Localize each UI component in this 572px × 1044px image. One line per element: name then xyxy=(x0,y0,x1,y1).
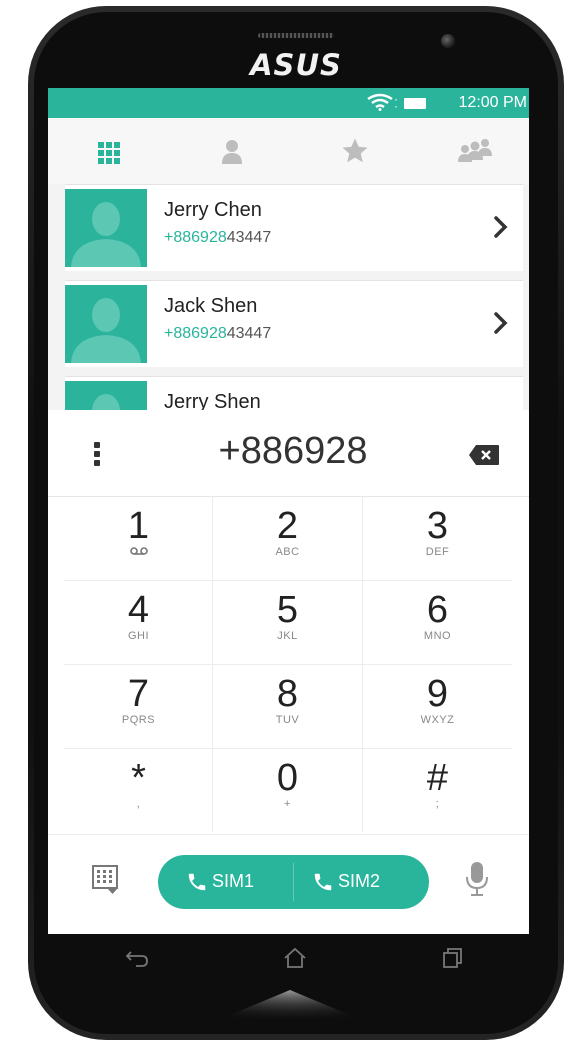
recent-apps-icon[interactable] xyxy=(440,946,466,970)
number-match: 886928 xyxy=(173,325,227,342)
contact-name: Jack Shen xyxy=(164,295,258,317)
status-bar: · · 12:00 PM xyxy=(48,88,529,118)
contact-avatar xyxy=(65,285,147,363)
key-9[interactable]: 9 WXYZ xyxy=(363,664,512,748)
key-letters: , xyxy=(136,798,141,810)
key-star[interactable]: * , xyxy=(64,748,213,832)
key-digit: 2 xyxy=(276,505,299,547)
more-options-icon[interactable] xyxy=(94,442,100,470)
hide-dialpad-icon[interactable] xyxy=(92,865,118,895)
key-digit: 4 xyxy=(127,589,150,631)
front-camera xyxy=(441,34,455,48)
call-sim1-button[interactable]: SIM1 xyxy=(158,855,293,909)
group-icon xyxy=(458,139,492,162)
dialed-number[interactable]: +886928 xyxy=(168,430,418,473)
key-letters: MNO xyxy=(423,630,452,642)
brand-logo: ASUS xyxy=(250,48,342,82)
key-3[interactable]: 3 DEF xyxy=(363,496,512,580)
key-6[interactable]: 6 MNO xyxy=(363,580,512,664)
key-letters: ABC xyxy=(275,546,300,558)
contact-suggestions: Jerry Chen +88692843447 Jack Shen +88692… xyxy=(65,184,523,411)
key-hash[interactable]: # ; xyxy=(363,748,512,832)
key-digit: 5 xyxy=(276,589,299,631)
microphone-icon[interactable] xyxy=(466,861,488,897)
key-digit: 1 xyxy=(127,505,150,547)
key-letters: JKL xyxy=(277,630,298,642)
contact-avatar xyxy=(65,189,147,267)
contact-number: +88692843447 xyxy=(164,229,272,246)
key-letters: + xyxy=(284,798,291,810)
tab-favorites[interactable] xyxy=(338,136,372,168)
key-digit: 8 xyxy=(276,673,299,715)
key-letters: GHI xyxy=(127,630,150,642)
number-rest: 43447 xyxy=(226,229,272,246)
number-rest: 43447 xyxy=(226,325,272,342)
home-icon[interactable] xyxy=(282,946,308,970)
contact-row[interactable]: Jerry Chen +88692843447 xyxy=(65,184,523,271)
key-letters: TUV xyxy=(275,714,300,726)
dialer-actions: SIM1 SIM2 xyxy=(48,834,529,934)
key-7[interactable]: 7 PQRS xyxy=(64,664,213,748)
wifi-icon xyxy=(366,93,394,116)
key-digit: * xyxy=(131,757,146,799)
call-sim2-button[interactable]: SIM2 xyxy=(294,855,429,909)
status-time: 12:00 PM xyxy=(458,94,527,111)
key-letters: PQRS xyxy=(121,714,156,726)
person-icon xyxy=(222,140,242,164)
key-digit: 6 xyxy=(426,589,449,631)
dialer-panel: +886928 1 2 ABC 3 DEF 4 GHI 5 JKL 6 MNO … xyxy=(48,410,529,934)
contact-name: Jerry Chen xyxy=(164,199,262,221)
chevron-right-icon[interactable] xyxy=(491,213,511,241)
voicemail-icon xyxy=(64,546,213,558)
earpiece-grille xyxy=(258,33,334,38)
tab-contacts[interactable] xyxy=(214,136,248,168)
star-icon xyxy=(342,138,368,163)
key-digit: 9 xyxy=(426,673,449,715)
number-match: 886928 xyxy=(173,229,227,246)
phone-icon xyxy=(314,873,332,891)
key-letters: WXYZ xyxy=(420,714,455,726)
contact-avatar xyxy=(65,381,147,411)
key-4[interactable]: 4 GHI xyxy=(64,580,213,664)
tab-bar xyxy=(48,118,529,184)
dialpad-grid-icon xyxy=(98,142,120,164)
phone-icon xyxy=(188,873,206,891)
signal-dots-icon: · · xyxy=(394,92,398,113)
contact-row[interactable]: Jack Shen +88692843447 xyxy=(65,280,523,367)
contact-row[interactable]: Jerry Shen xyxy=(65,376,523,411)
key-digit: 7 xyxy=(127,673,150,715)
screen: · · 12:00 PM Jerry Chen +88692843447 Jac… xyxy=(48,88,529,934)
key-5[interactable]: 5 JKL xyxy=(213,580,362,664)
key-8[interactable]: 8 TUV xyxy=(213,664,362,748)
key-1[interactable]: 1 xyxy=(64,496,213,580)
backspace-icon[interactable] xyxy=(468,444,500,466)
sim2-label: SIM2 xyxy=(338,871,381,891)
key-0[interactable]: 0 + xyxy=(213,748,362,832)
call-button-group: SIM1 SIM2 xyxy=(158,855,429,909)
key-letters: DEF xyxy=(425,546,450,558)
phone-chin-highlight xyxy=(180,990,400,1036)
back-icon[interactable] xyxy=(124,946,150,970)
number-bar: +886928 xyxy=(48,410,529,497)
key-digit: 0 xyxy=(276,757,299,799)
key-digit: # xyxy=(426,757,449,799)
key-2[interactable]: 2 ABC xyxy=(213,496,362,580)
battery-icon xyxy=(404,98,426,109)
tab-groups[interactable] xyxy=(458,136,492,168)
key-letters: ; xyxy=(435,798,440,810)
sim1-label: SIM1 xyxy=(212,871,255,891)
contact-number: +88692843447 xyxy=(164,325,272,342)
chevron-right-icon[interactable] xyxy=(491,309,511,337)
contact-name: Jerry Shen xyxy=(164,391,261,411)
key-digit: 3 xyxy=(426,505,449,547)
tab-dialer[interactable] xyxy=(92,136,126,168)
